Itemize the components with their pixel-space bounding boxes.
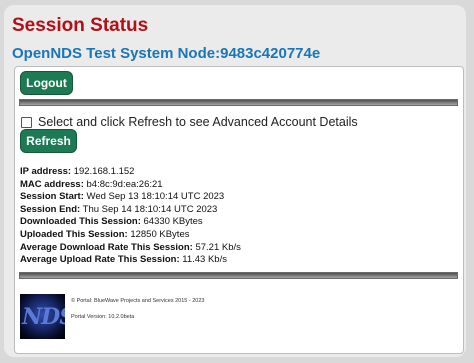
session-start-row: Session Start: Wed Sep 13 18:10:14 UTC 2…	[20, 191, 241, 204]
ip-row: IP address: 192.168.1.152	[20, 166, 241, 179]
mac-label: MAC address:	[20, 178, 84, 190]
page-title: Session Status	[12, 15, 149, 36]
mac-value: b4:8c:9d:ea:26:21	[86, 178, 163, 190]
session-details: IP address: 192.168.1.152 MAC address: b…	[20, 166, 241, 267]
advanced-details-checkbox[interactable]	[21, 116, 32, 128]
copyright-text: © Portal: BlueWave Projects and Services…	[71, 298, 205, 304]
avg-download-row: Average Download Rate This Session: 57.2…	[20, 242, 241, 255]
uploaded-label: Uploaded This Session:	[20, 228, 128, 240]
session-end-value: Thu Sep 14 18:10:14 UTC 2023	[82, 203, 218, 215]
divider-bar-top	[19, 99, 458, 106]
advanced-details-row: Select and click Refresh to see Advanced…	[21, 115, 358, 129]
avg-upload-row: Average Upload Rate This Session: 11.43 …	[20, 254, 241, 267]
avg-download-value: 57.21 Kb/s	[195, 241, 241, 253]
opennds-logo: NDS	[20, 294, 65, 339]
session-start-label: Session Start:	[20, 191, 84, 203]
uploaded-row: Uploaded This Session: 12850 KBytes	[20, 229, 241, 242]
session-card: Logout Select and click Refresh to see A…	[14, 66, 464, 354]
advanced-details-label: Select and click Refresh to see Advanced…	[38, 115, 358, 129]
logo-text: NDS	[22, 304, 65, 330]
downloaded-row: Downloaded This Session: 64330 KBytes	[20, 216, 241, 229]
page-container: Session Status OpenNDS Test System Node:…	[4, 5, 466, 357]
avg-download-label: Average Download Rate This Session:	[20, 241, 193, 253]
avg-upload-value: 11.43 Kb/s	[182, 254, 227, 266]
divider-bar-bottom	[19, 272, 458, 279]
avg-upload-label: Average Upload Rate This Session:	[20, 254, 180, 266]
session-start-value: Wed Sep 13 18:10:14 UTC 2023	[86, 191, 225, 203]
logout-button[interactable]: Logout	[20, 71, 73, 95]
ip-value: 192.168.1.152	[73, 166, 135, 177]
downloaded-label: Downloaded This Session:	[20, 216, 141, 228]
downloaded-value: 64330 KBytes	[143, 216, 203, 228]
mac-row: MAC address: b4:8c:9d:ea:26:21	[20, 179, 241, 192]
refresh-button[interactable]: Refresh	[20, 129, 77, 153]
portal-version: Portal Version: 10.2.0beta	[71, 314, 135, 320]
ip-label: IP address:	[20, 166, 72, 177]
session-end-label: Session End:	[20, 203, 81, 215]
session-end-row: Session End: Thu Sep 14 18:10:14 UTC 202…	[20, 204, 241, 217]
uploaded-value: 12850 KBytes	[130, 228, 190, 240]
node-subtitle: OpenNDS Test System Node:9483c420774e	[12, 45, 321, 62]
